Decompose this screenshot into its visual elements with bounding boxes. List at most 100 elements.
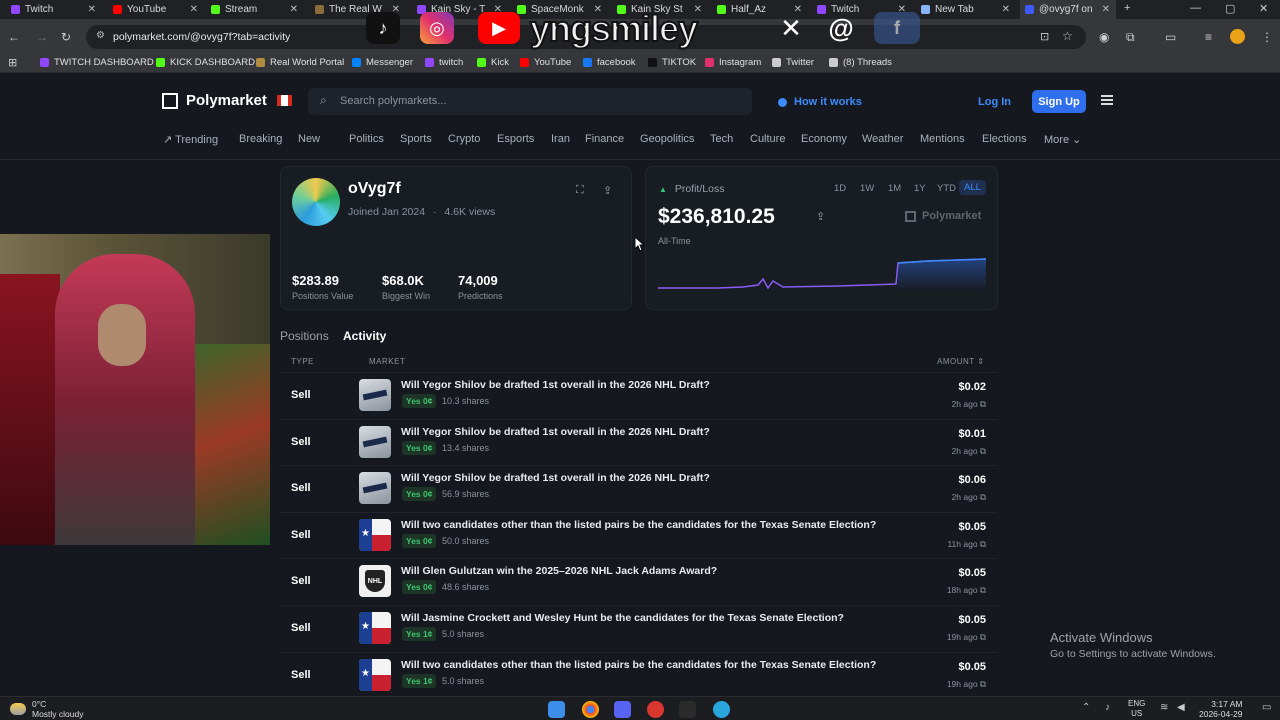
nav-category-esports[interactable]: Esports [497,133,534,145]
market-title[interactable]: Will Yegor Shilov be drafted 1st overall… [401,472,710,484]
activity-row[interactable]: Sell Will Yegor Shilov be drafted 1st ove… [280,418,998,466]
bookmark-item[interactable]: twitch [425,57,463,68]
tab-positions[interactable]: Positions [280,329,329,343]
site-info-icon[interactable]: ⚙ [96,30,105,41]
how-it-works-link[interactable]: How it works [778,96,862,108]
back-icon[interactable]: ← [8,30,20,44]
nav-category-crypto[interactable]: Crypto [448,133,480,145]
browser-tab[interactable]: Twitch ✕ [6,0,102,19]
nav-category-sports[interactable]: Sports [400,133,432,145]
activity-row[interactable]: Sell ★ Will two candidates other than the … [280,651,998,699]
browser-tab[interactable]: @ovyg7f on ✕ [1020,0,1116,19]
expand-icon[interactable]: ⛶ [576,184,584,197]
app-icon[interactable] [679,701,696,718]
close-window-button[interactable]: ✕ [1259,2,1268,15]
signup-button[interactable]: Sign Up [1032,90,1086,113]
nav-category-weather[interactable]: Weather [862,133,903,145]
nav-category-new[interactable]: New [298,133,320,145]
share-icon[interactable]: ⇪ [603,184,612,197]
nav-category-geopolitics[interactable]: Geopolitics [640,133,694,145]
nav-category-politics[interactable]: Politics [349,133,384,145]
range-ytd[interactable]: YTD [937,183,956,194]
bookmark-item[interactable]: Instagram [705,57,761,68]
bookmark-item[interactable]: Kick [477,57,509,68]
system-clock[interactable]: 3:17 AM 2026-04-29 [1199,699,1242,719]
market-thumbnail[interactable] [359,379,391,411]
activity-row[interactable]: Sell ★ Will Jasmine Crockett and Wesley Hu… [280,605,998,652]
market-thumbnail[interactable]: ★ [359,612,391,644]
range-1y[interactable]: 1Y [914,183,926,194]
market-thumbnail[interactable] [359,425,391,458]
market-title[interactable]: Will Yegor Shilov be drafted 1st overall… [401,426,710,438]
forward-icon[interactable]: → [36,30,48,44]
nav-category-more[interactable]: More ⌄ [1044,133,1081,146]
microphone-icon[interactable]: ♪ [1105,702,1110,713]
market-title[interactable]: Will Yegor Shilov be drafted 1st overall… [401,379,710,391]
external-link-icon[interactable]: ⧉ [978,399,986,409]
external-link-icon[interactable]: ⧉ [978,539,986,549]
nav-category-tech[interactable]: Tech [710,133,733,145]
nav-category-breaking[interactable]: Breaking [239,133,282,145]
nav-category-economy[interactable]: Economy [801,133,847,145]
activity-row[interactable]: Sell NHL Will Glen Gulutzan win the 2025–2… [280,558,998,605]
notification-icon[interactable]: ▭ [1262,702,1271,713]
polymarket-logo[interactable]: Polymarket [162,92,292,109]
market-title[interactable]: Will Glen Gulutzan win the 2025–2026 NHL… [401,565,717,577]
media-icon[interactable]: ≡ [1205,30,1212,44]
tab-close-icon[interactable]: ✕ [1102,4,1110,15]
maximize-button[interactable]: ▢ [1225,2,1235,15]
market-title[interactable]: Will two candidates other than the liste… [401,659,876,671]
obs-icon[interactable] [647,701,664,718]
trade-time[interactable]: 2h ago ⧉ [952,446,986,457]
extensions-puzzle-icon[interactable]: ⧉ [1126,30,1135,45]
minimize-button[interactable]: — [1190,2,1201,14]
tab-close-icon[interactable]: ✕ [88,4,96,15]
chrome-icon[interactable] [582,701,599,718]
tab-close-icon[interactable]: ✕ [1002,4,1010,15]
bookmark-star-icon[interactable]: ☆ [1062,29,1073,43]
extension-icon[interactable]: ◉ [1099,30,1109,44]
bookmark-item[interactable]: facebook [583,57,636,68]
hamburger-menu-icon[interactable] [1101,95,1113,105]
range-1w[interactable]: 1W [860,183,874,194]
install-app-icon[interactable]: ⊡ [1040,30,1049,43]
column-header-amount[interactable]: AMOUNT ⇕ [937,357,984,366]
search-input[interactable]: ⌕ Search polymarkets... [308,88,752,115]
range-all[interactable]: ALL [959,180,986,195]
tab-close-icon[interactable]: ✕ [290,4,298,15]
nav-category-iran[interactable]: Iran [551,133,570,145]
browser-tab[interactable]: Stream ✕ [206,0,304,19]
trade-time[interactable]: 19h ago ⧉ [947,679,986,690]
nav-category-mentions[interactable]: Mentions [920,133,965,145]
start-icon[interactable] [548,701,565,718]
external-link-icon[interactable]: ⧉ [978,585,986,595]
market-thumbnail[interactable] [359,472,391,505]
activity-row[interactable]: Sell ★ Will two candidates other than the … [280,511,998,559]
market-thumbnail[interactable]: ★ [359,518,391,551]
new-tab-button[interactable]: + [1124,2,1130,14]
bookmark-item[interactable]: Messenger [352,57,413,68]
profile-avatar[interactable] [1230,29,1245,44]
reload-icon[interactable]: ↻ [61,30,71,44]
activity-row[interactable]: Sell Will Yegor Shilov be drafted 1st ove… [280,465,998,512]
market-title[interactable]: Will Jasmine Crockett and Wesley Hunt be… [401,612,844,624]
bookmark-item[interactable]: TIKTOK [648,57,696,68]
external-link-icon[interactable]: ⧉ [978,679,986,689]
bookmark-item[interactable]: Real World Portal [256,57,344,68]
tab-close-icon[interactable]: ✕ [190,4,198,15]
bookmark-item[interactable]: Twitter [772,57,814,68]
trade-time[interactable]: 11h ago ⧉ [947,539,986,550]
trade-time[interactable]: 19h ago ⧉ [947,632,986,643]
login-button[interactable]: Log In [978,96,1011,108]
apps-grid-icon[interactable]: ⊞ [8,56,17,69]
bookmark-item[interactable]: KICK DASHBOARD [156,57,255,68]
bookmark-item[interactable]: (8) Threads [829,57,892,68]
market-thumbnail[interactable]: ★ [359,658,391,691]
bookmark-item[interactable]: TWITCH DASHBOARD [40,57,154,68]
browser-menu-icon[interactable]: ⋮ [1261,30,1273,44]
nav-category-culture[interactable]: Culture [750,133,785,145]
trade-time[interactable]: 2h ago ⧉ [952,399,986,410]
range-1d[interactable]: 1D [834,183,846,194]
trade-time[interactable]: 2h ago ⧉ [952,492,986,503]
nav-category-trending[interactable]: ↗ Trending [163,133,218,146]
